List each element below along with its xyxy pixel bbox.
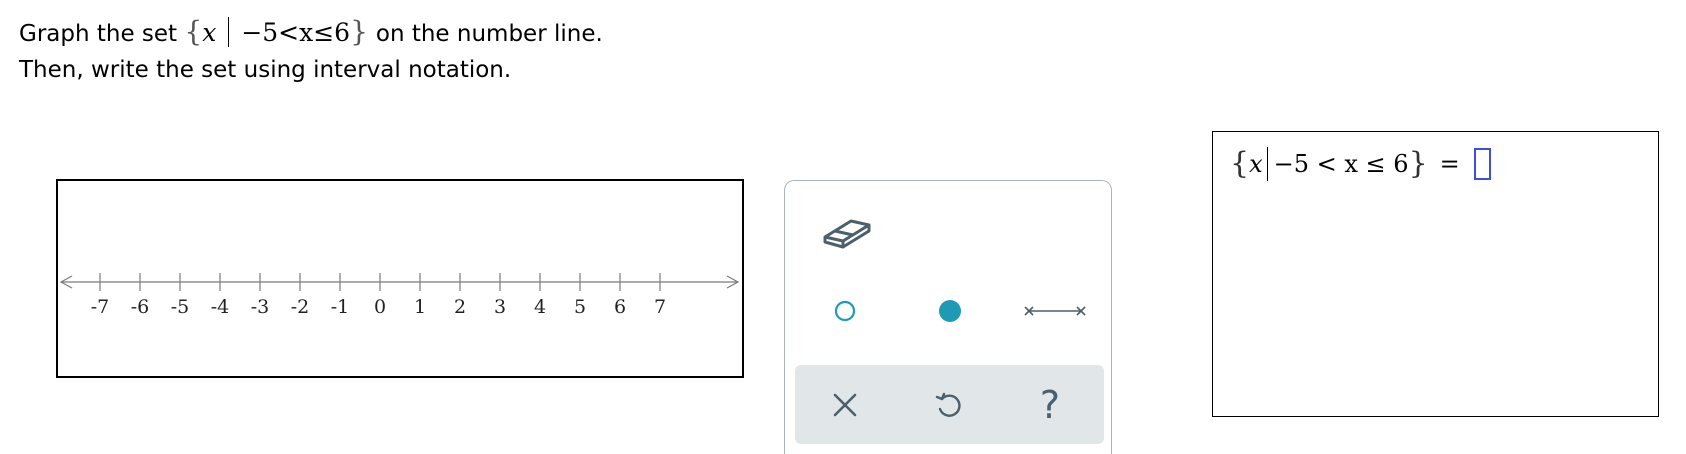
tick-label: 5 [574, 296, 586, 318]
number-line-panel[interactable]: -7 -6 -5 -4 -3 -2 -1 0 1 2 3 4 5 6 7 [56, 179, 744, 378]
segment-icon [1024, 306, 1086, 316]
answer-expression: { x −5 < x ≤ 6 } = [1230, 146, 1491, 181]
prompt-suffix: on the number line. [375, 21, 603, 47]
graphing-tool-palette: ? [784, 180, 1112, 454]
tick-label: 7 [654, 296, 666, 318]
set-open-brace: { [184, 15, 203, 48]
answer-box: { x −5 < x ≤ 6 } = [1212, 131, 1659, 417]
set-close-brace: } [350, 15, 368, 48]
tick-label: 6 [614, 296, 626, 318]
answer-bar [1266, 146, 1268, 181]
answer-variable: x [1249, 149, 1263, 178]
closed-point-tool[interactable] [930, 291, 970, 331]
prompt-line-1: Graph the set {x −5<x≤6} on the number li… [19, 14, 603, 52]
undo-icon [935, 392, 961, 417]
segment-tool[interactable] [1020, 291, 1090, 331]
tick-marks: -7 -6 -5 -4 -3 -2 -1 0 1 2 3 4 5 6 7 [91, 273, 666, 318]
tick-label: -5 [171, 296, 190, 318]
open-circle-icon [834, 300, 856, 322]
interval-answer-input[interactable] [1473, 147, 1491, 180]
set-variable: x [202, 18, 217, 47]
answer-condition: −5 < x ≤ 6 [1273, 149, 1409, 178]
equals-sign: = [1439, 149, 1460, 178]
tick-label: 2 [454, 296, 466, 318]
tick-label: 3 [494, 296, 506, 318]
filled-circle-icon [939, 300, 961, 322]
eraser-tool[interactable] [817, 205, 877, 257]
prompt-line-2: Then, write the set using interval notat… [19, 57, 512, 83]
tick-label: -1 [331, 296, 350, 318]
set-bar [228, 17, 230, 47]
help-icon: ? [1039, 382, 1061, 427]
tick-label: -6 [131, 296, 150, 318]
open-point-tool[interactable] [825, 291, 865, 331]
undo-button[interactable] [904, 365, 994, 444]
tick-label: 1 [414, 296, 426, 318]
action-bar: ? [795, 365, 1104, 444]
number-line[interactable]: -7 -6 -5 -4 -3 -2 -1 0 1 2 3 4 5 6 7 [58, 181, 746, 380]
tick-label: -3 [251, 296, 270, 318]
question-prompt: Graph the set {x −5<x≤6} on the number li… [19, 14, 603, 88]
answer-close-brace: } [1408, 146, 1428, 181]
set-notation: {x −5<x≤6} [184, 15, 375, 48]
tick-label: 0 [374, 296, 386, 318]
help-button[interactable]: ? [1005, 365, 1095, 444]
tick-label: -7 [91, 296, 110, 318]
answer-open-brace: { [1230, 146, 1250, 181]
set-condition: −5<x≤6 [241, 18, 351, 47]
prompt-prefix: Graph the set [19, 21, 178, 47]
clear-button[interactable] [800, 365, 890, 444]
tick-label: 4 [534, 296, 546, 318]
tick-label: -4 [211, 296, 230, 318]
eraser-icon [823, 219, 871, 249]
close-icon [833, 393, 857, 416]
tick-label: -2 [291, 296, 310, 318]
